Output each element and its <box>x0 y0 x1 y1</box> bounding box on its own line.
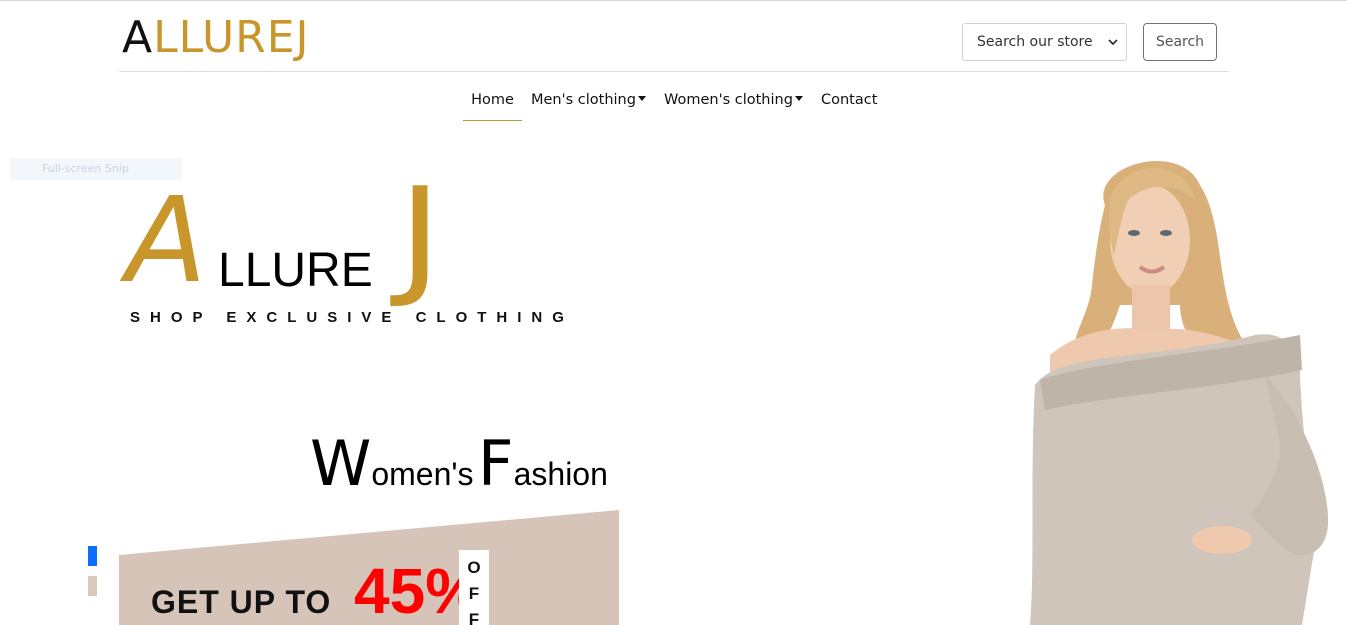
nav-item-womens-clothing[interactable]: Women's clothing <box>664 88 803 112</box>
nav-item-label: Men's clothing <box>531 92 636 108</box>
carousel-indicator-1[interactable] <box>88 546 97 566</box>
hero-brand-llure: LLURE <box>218 244 373 297</box>
nav-item-mens-clothing[interactable]: Men's clothing <box>531 88 646 112</box>
caret-down-icon <box>637 96 646 101</box>
heading-initial-w: W <box>310 427 372 500</box>
nav-active-underline <box>463 120 522 121</box>
promo-off-letter: F <box>468 584 480 603</box>
promo-off-letter: F <box>468 610 480 625</box>
carousel-indicator-2[interactable] <box>88 576 97 596</box>
search-button[interactable]: Search <box>1143 23 1217 61</box>
nav-item-home[interactable]: Home <box>463 88 522 112</box>
promo-off-label: O F F <box>459 550 489 625</box>
logo-first-letter: A <box>122 12 154 63</box>
heading-omens: omen's <box>371 456 474 492</box>
heading-ashion: ashion <box>513 456 608 492</box>
caret-down-icon <box>794 96 803 101</box>
hero-tagline: SHOP EXCLUSIVE CLOTHING <box>130 309 574 326</box>
promo-text: GET UP TO <box>151 584 332 620</box>
main-nav: Home Men's clothing Women's clothing Con… <box>0 88 1347 122</box>
store-search-select[interactable]: Search our store <box>962 23 1127 61</box>
promo-off-letter: O <box>467 558 481 577</box>
store-select-value: Search our store <box>977 34 1093 50</box>
heading-initial-f: F <box>477 427 514 500</box>
hero-brand-a: A <box>126 171 207 309</box>
hero-brand-j: J <box>398 159 443 311</box>
chevron-down-icon <box>1108 39 1118 46</box>
logo-rest: LLUREJ <box>153 12 310 63</box>
nav-item-label: Women's clothing <box>664 92 793 108</box>
top-border <box>0 0 1347 1</box>
nav-item-contact[interactable]: Contact <box>821 88 877 112</box>
hero-heading: Women's Fashion <box>310 432 608 496</box>
promo-banner: GET UP TO 45% O F F <box>119 510 619 625</box>
site-logo[interactable]: ALLUREJ <box>122 8 310 68</box>
model-image <box>1030 161 1329 625</box>
header-divider <box>119 71 1229 72</box>
